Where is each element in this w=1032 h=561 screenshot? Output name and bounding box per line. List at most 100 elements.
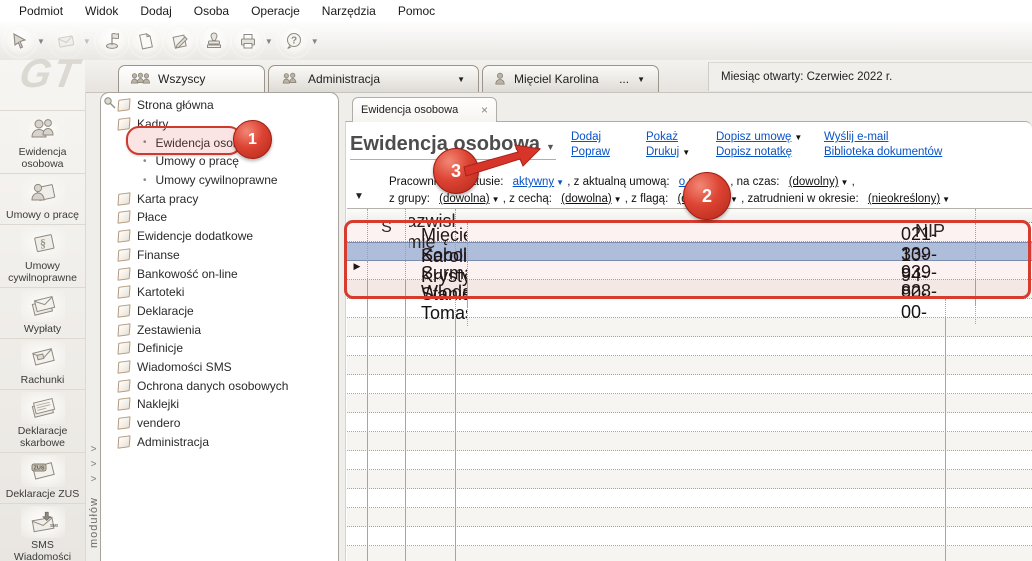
dropdown-icon[interactable]: ▼ bbox=[614, 195, 622, 204]
definitions-icon bbox=[117, 341, 131, 356]
sidebar-item-umowy-o-prace[interactable]: Umowy o pracę bbox=[0, 174, 85, 225]
close-icon[interactable]: × bbox=[481, 103, 488, 117]
dropdown-icon[interactable]: ▼ bbox=[942, 195, 950, 204]
sidebar-item-label: SMS Wiadomości robocze bbox=[13, 539, 72, 561]
tree-item-definicje[interactable]: Definicje bbox=[101, 339, 338, 358]
dropdown-icon[interactable]: ▼ bbox=[794, 133, 802, 142]
dropdown-icon[interactable]: ▼ bbox=[682, 148, 690, 157]
expand-chevron-icon[interactable]: > bbox=[91, 472, 97, 487]
dropdown-icon[interactable]: ▼ bbox=[730, 195, 738, 204]
pin-icon[interactable] bbox=[103, 96, 116, 109]
menu-osoba[interactable]: Osoba bbox=[183, 2, 240, 20]
tree-item-finanse[interactable]: Finanse bbox=[101, 246, 338, 265]
send-button[interactable]: ▼ bbox=[49, 25, 94, 57]
sidebar-item-deklaracje-skarbowe[interactable]: Deklaracje skarbowe bbox=[0, 390, 85, 453]
tree-item-ochrona-danych-osobowych[interactable]: Ochrona danych osobowych bbox=[101, 376, 338, 395]
print-button[interactable]: ▼ bbox=[231, 25, 276, 57]
popraw-link[interactable]: Popraw bbox=[571, 146, 646, 158]
dopisz-umowe-link[interactable]: Dopisz umowę ▼ bbox=[716, 131, 824, 143]
tree-item-label: Umowy o pracę bbox=[155, 154, 239, 169]
document-tab-ewidencja-osobowa[interactable]: Ewidencja osobowa × bbox=[352, 97, 497, 122]
drukuj-link[interactable]: Drukuj ▼ bbox=[646, 146, 716, 158]
expand-chevron-icon[interactable]: > bbox=[91, 457, 97, 472]
tree-item-bankowosc-on-line[interactable]: Bankowość on-line bbox=[101, 264, 338, 283]
tree-item-umowy-cywilnoprawne[interactable]: • Umowy cywilnoprawne bbox=[101, 171, 338, 190]
group-filter-link[interactable]: (dowolna) bbox=[439, 193, 490, 205]
tree-item-deklaracje[interactable]: Deklaracje bbox=[101, 302, 338, 321]
document-tab-label: Ewidencja osobowa bbox=[361, 104, 459, 116]
edit-document-button[interactable] bbox=[163, 25, 196, 57]
sidebar-item-label: Umowy o pracę bbox=[6, 209, 79, 221]
stamp-icon bbox=[197, 25, 230, 57]
dropdown-icon[interactable]: ▼ bbox=[556, 178, 564, 187]
tree-item-zestawienia[interactable]: Zestawienia bbox=[101, 320, 338, 339]
home-icon bbox=[117, 98, 131, 113]
tree-item-administracja[interactable]: Administracja bbox=[101, 432, 338, 451]
pointer-dropdown-icon[interactable]: ▼ bbox=[37, 37, 45, 46]
new-document-button[interactable] bbox=[129, 25, 162, 57]
wyslij-email-link[interactable]: Wyślij e-mail bbox=[824, 131, 942, 143]
tab-dropdown-icon[interactable]: ▼ bbox=[637, 75, 645, 84]
sidebar-item-deklaracje-zus[interactable]: ZUS Deklaracje ZUS bbox=[0, 453, 85, 504]
term-filter-link[interactable]: (dowolny) bbox=[789, 176, 839, 188]
tree-item-ewidencje-dodatkowe[interactable]: Ewidencje dodatkowe bbox=[101, 227, 338, 246]
filter-label: , z flagą: bbox=[624, 193, 669, 205]
sidebar-item-wyplaty[interactable]: Wypłaty bbox=[0, 288, 85, 339]
help-button[interactable]: ? ▼ bbox=[277, 25, 322, 57]
filter-label: z grupy: bbox=[389, 193, 430, 205]
document-icon bbox=[117, 229, 131, 243]
dodaj-link[interactable]: Dodaj bbox=[571, 131, 646, 143]
tree-item-place[interactable]: Płace bbox=[101, 208, 338, 227]
sidebar-item-umowy-cywilnoprawne[interactable]: § Umowy cywilnoprawne bbox=[0, 225, 85, 288]
filter-collapse-icon[interactable]: ▼ bbox=[354, 191, 364, 202]
dropdown-icon[interactable]: ▼ bbox=[841, 178, 849, 187]
clock-icon bbox=[117, 192, 131, 206]
pokaz-link[interactable]: Pokaż bbox=[646, 131, 716, 143]
menu-podmiot[interactable]: Podmiot bbox=[8, 2, 74, 20]
paragraph-document-icon: § bbox=[20, 227, 65, 259]
dropdown-icon[interactable]: ▼ bbox=[492, 195, 500, 204]
print-dropdown-icon[interactable]: ▼ bbox=[265, 37, 273, 46]
trait-filter-link[interactable]: (dowolna) bbox=[561, 193, 612, 205]
tree-item-strona-glowna[interactable]: Strona główna bbox=[101, 96, 338, 115]
title-dropdown-icon[interactable]: ▼ bbox=[546, 142, 555, 152]
stamp-button[interactable] bbox=[197, 25, 230, 57]
flag-button[interactable] bbox=[95, 25, 128, 57]
tree-item-vendero[interactable]: vendero bbox=[101, 414, 338, 433]
tree-item-karta-pracy[interactable]: Karta pracy bbox=[101, 189, 338, 208]
svg-text:SMS: SMS bbox=[50, 523, 58, 528]
send-dropdown-icon[interactable]: ▼ bbox=[83, 37, 91, 46]
tree-item-label: Ochrona danych osobowych bbox=[137, 378, 289, 393]
person-tab-bar: Wszyscy Administracja ▼ Mięciel Karolina… bbox=[0, 60, 1032, 93]
sidebar-item-ewidencja-osobowa[interactable]: Ewidencja osobowa bbox=[0, 110, 85, 174]
expand-chevron-icon[interactable]: > bbox=[91, 442, 97, 457]
period-filter-link[interactable]: (nieokreślony) bbox=[868, 193, 940, 205]
edit-icon bbox=[117, 434, 131, 449]
tree-item-naklejki[interactable]: Naklejki bbox=[101, 395, 338, 414]
biblioteka-dokumentow-link[interactable]: Biblioteka dokumentów bbox=[824, 146, 942, 158]
sidebar-item-sms-wiadomosci-robocze[interactable]: SMS SMS Wiadomości robocze bbox=[0, 504, 85, 561]
tab-dropdown-icon[interactable]: ▼ bbox=[457, 75, 465, 84]
module-sidebar: Ewidencja osobowa Umowy o pracę § Umowy … bbox=[0, 60, 85, 561]
annotation-step-2: 2 bbox=[683, 172, 731, 220]
menu-operacje[interactable]: Operacje bbox=[240, 2, 311, 20]
help-dropdown-icon[interactable]: ▼ bbox=[311, 37, 319, 46]
tree-item-kartoteki[interactable]: Kartoteki bbox=[101, 283, 338, 302]
menu-dodaj[interactable]: Dodaj bbox=[129, 2, 182, 20]
pointer-button[interactable]: ▼ bbox=[4, 25, 48, 57]
tab-wszyscy[interactable]: Wszyscy bbox=[118, 65, 265, 92]
gear-icon bbox=[117, 416, 131, 430]
menu-narzedzia[interactable]: Narzędzia bbox=[311, 2, 387, 20]
filter-label: , z cechą: bbox=[502, 193, 552, 205]
tree-item-wiadomosci-sms[interactable]: Wiadomości SMS bbox=[101, 358, 338, 377]
sidebar-item-rachunki[interactable]: Rachunki bbox=[0, 339, 85, 390]
tree-item-label: Płace bbox=[137, 210, 168, 225]
menu-widok[interactable]: Widok bbox=[74, 2, 129, 20]
tab-more[interactable]: ... bbox=[619, 72, 629, 86]
tab-administracja[interactable]: Administracja ▼ bbox=[268, 65, 479, 92]
tree-item-label: Ewidencje dodatkowe bbox=[137, 229, 254, 244]
tree-item-label: Zestawienia bbox=[137, 322, 202, 337]
tab-mieciel-karolina[interactable]: Mięciel Karolina ... ▼ bbox=[482, 65, 659, 92]
dopisz-notatke-link[interactable]: Dopisz notatkę bbox=[716, 146, 824, 158]
menu-pomoc[interactable]: Pomoc bbox=[387, 2, 446, 20]
